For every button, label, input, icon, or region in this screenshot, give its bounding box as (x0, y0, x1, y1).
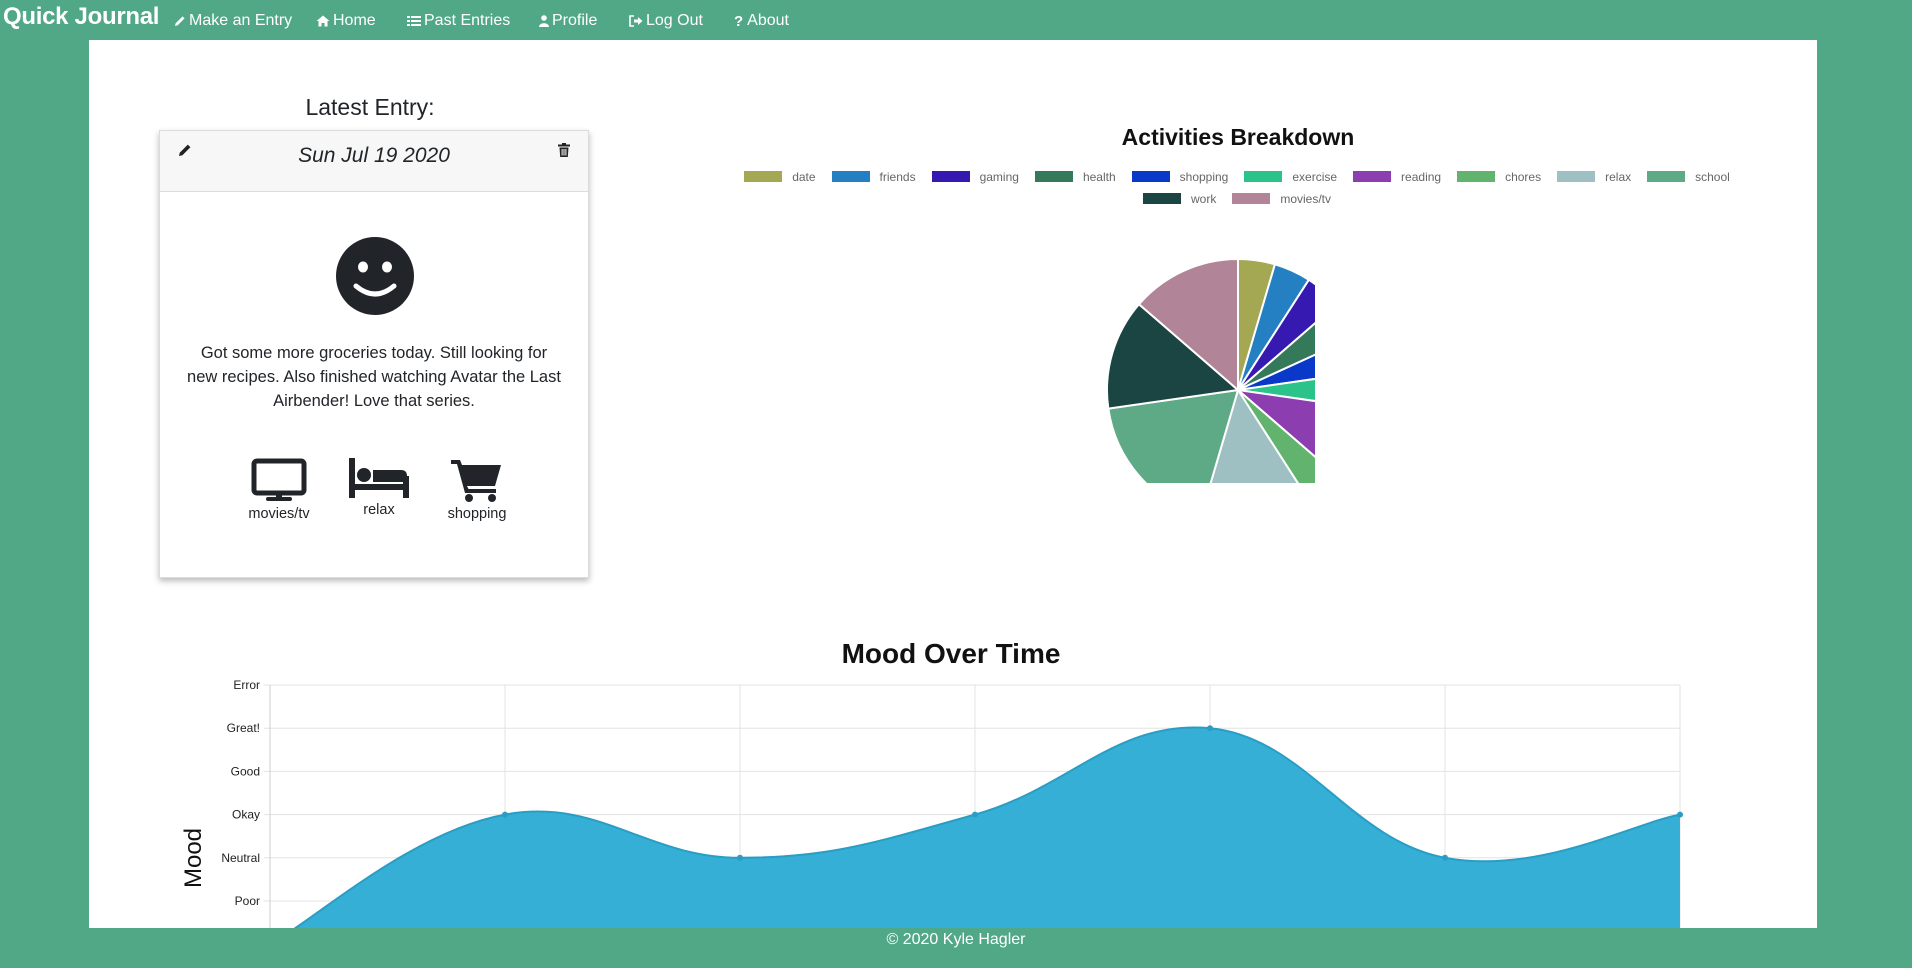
legend-label: relax (1605, 169, 1632, 184)
footer: © 2020 Kyle Hagler (886, 931, 1026, 948)
y-axis-label: Mood (180, 828, 207, 888)
nav-past-entries-label: Past Entries (424, 12, 511, 29)
nav-logout-label: Log Out (646, 12, 703, 29)
y-tick-label: Okay (232, 808, 260, 822)
mood-chart-title: Mood Over Time (841, 638, 1061, 669)
legend-item[interactable]: exercise (1244, 169, 1338, 184)
mood-point[interactable] (1442, 854, 1448, 861)
legend-item[interactable]: school (1647, 169, 1730, 184)
pencil-icon (174, 15, 186, 27)
legend-swatch (1142, 193, 1181, 204)
legend-label: work (1190, 191, 1217, 206)
y-tick-label: Error (233, 678, 260, 692)
pie-chart (1106, 257, 1315, 483)
nav-profile-label: Profile (552, 12, 598, 29)
legend-item[interactable]: date (744, 169, 816, 184)
legend-label: shopping (1179, 169, 1229, 184)
y-tick-label: Poor (235, 894, 260, 908)
legend-item[interactable]: health (1034, 169, 1116, 184)
legend-item[interactable]: gaming (931, 169, 1019, 184)
nav-about[interactable]: ? About (734, 12, 789, 30)
legend-label: chores (1505, 169, 1542, 184)
legend-label: exercise (1292, 169, 1338, 184)
user-icon (539, 15, 549, 27)
nav-logout[interactable]: Log Out (629, 12, 703, 30)
nav-make-entry-label: Make an Entry (189, 12, 293, 29)
legend-swatch (1034, 171, 1073, 182)
nav-home-label: Home (333, 12, 376, 29)
y-tick-label: Great! (227, 721, 260, 735)
legend-item[interactable]: friends (831, 169, 916, 184)
mood-point[interactable] (1207, 725, 1213, 732)
y-tick-label: Neutral (221, 851, 260, 865)
legend-label: date (792, 169, 816, 184)
legend-swatch (1232, 193, 1271, 204)
legend-swatch (1353, 171, 1392, 182)
legend-item[interactable]: movies/tv (1232, 191, 1332, 206)
nav-home[interactable]: Home (316, 12, 376, 30)
legend-swatch (1557, 171, 1596, 182)
legend-swatch (744, 171, 783, 182)
legend-item[interactable]: shopping (1131, 169, 1229, 184)
logout-icon (629, 15, 643, 27)
mood-point[interactable] (972, 811, 978, 818)
mood-point[interactable] (737, 854, 743, 861)
question-icon: ? (734, 12, 744, 30)
legend-swatch (831, 171, 870, 182)
legend-label: friends (879, 169, 916, 184)
home-icon (316, 15, 330, 27)
pie-chart-title: Activities Breakdown (1121, 124, 1355, 150)
legend-item[interactable]: reading (1353, 169, 1442, 184)
legend-swatch (1457, 171, 1496, 182)
legend-item[interactable]: work (1142, 191, 1217, 206)
nav-about-label: About (747, 12, 789, 29)
legend-item[interactable]: relax (1557, 169, 1632, 184)
list-icon (407, 15, 421, 27)
navbar: Quick Journal Make an Entry Home Past En… (0, 0, 1912, 40)
nav-past-entries[interactable]: Past Entries (407, 12, 510, 30)
legend-label: reading (1401, 169, 1442, 184)
nav-make-entry[interactable]: Make an Entry (174, 12, 292, 30)
mood-point[interactable] (502, 811, 508, 818)
legend-label: health (1082, 169, 1116, 184)
y-tick-label: Good (231, 764, 260, 778)
legend-item[interactable]: chores (1457, 169, 1542, 184)
legend-label: movies/tv (1280, 191, 1332, 206)
legend-swatch (1647, 171, 1686, 182)
legend-label: gaming (979, 169, 1019, 184)
nav-profile[interactable]: Profile (539, 12, 597, 30)
mood-point[interactable] (1677, 811, 1683, 818)
legend-swatch (931, 171, 970, 182)
legend-label: school (1695, 169, 1730, 184)
pie-legend: date friends gaming health shopping exercise r… (735, 169, 1739, 206)
legend-swatch (1244, 171, 1283, 182)
brand-logo[interactable]: Quick Journal (3, 3, 159, 31)
legend-swatch (1131, 171, 1170, 182)
